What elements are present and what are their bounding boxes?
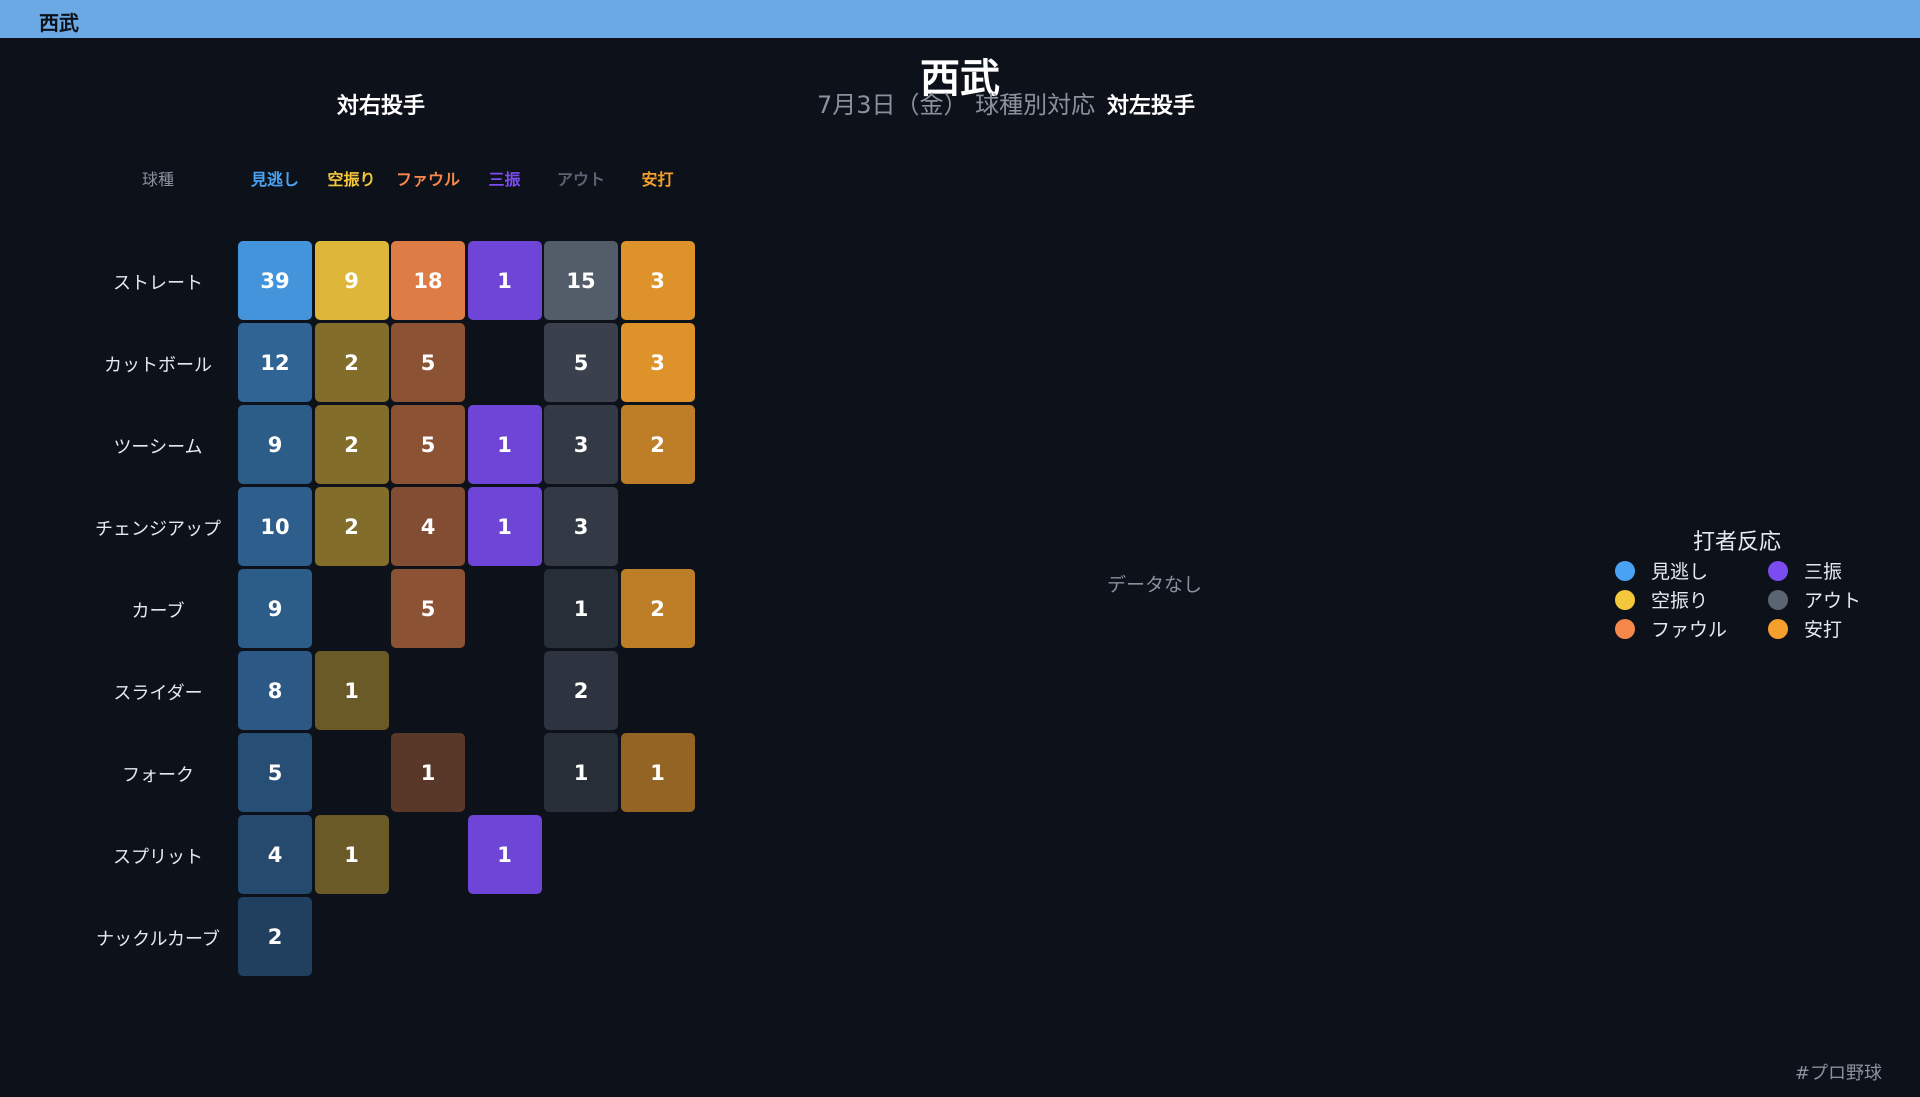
heatmap-cell: 4 <box>238 815 312 894</box>
row-label: カットボール <box>104 355 212 376</box>
row-label: ツーシーム <box>113 437 203 458</box>
heatmap-cell: 3 <box>544 487 618 566</box>
legend-item: 安打 <box>1768 615 1842 642</box>
column-header-minogashi: 見逃し <box>250 170 299 189</box>
heatmap-cell: 1 <box>544 569 618 648</box>
heatmap-cell: 3 <box>620 241 695 320</box>
legend-title: 打者反応 <box>1693 530 1782 555</box>
heatmap-cell: 2 <box>544 651 618 730</box>
legend-swatch <box>1615 560 1635 581</box>
column-header-foul: ファウル <box>395 170 460 189</box>
legend-label: アウト <box>1804 590 1862 612</box>
heatmap-cell: 1 <box>620 733 695 812</box>
column-header-sanshin: 三振 <box>488 170 521 189</box>
legend-item: 空振り <box>1615 586 1708 613</box>
heatmap-cell: 3 <box>620 323 695 402</box>
heatmap-cell: 9 <box>238 569 312 648</box>
heatmap-cell: 1 <box>314 815 389 894</box>
row-label: ナックルカーブ <box>96 929 220 950</box>
heatmap-cell: 5 <box>391 323 465 402</box>
heatmap-cell: 2 <box>620 569 695 648</box>
row-label: スライダー <box>113 683 203 704</box>
column-header-karaburi: 空振り <box>327 170 376 189</box>
heatmap-cell: 2 <box>620 405 695 484</box>
heatmap-cell: 9 <box>238 405 312 484</box>
heatmap-cell: 5 <box>391 569 465 648</box>
heatmap-cell: 4 <box>391 487 465 566</box>
heatmap-cell: 2 <box>314 487 389 566</box>
legend-label: 空振り <box>1651 590 1709 612</box>
heatmap-cell: 12 <box>238 323 312 402</box>
heatmap-cell: 39 <box>238 241 312 320</box>
heatmap-cell: 1 <box>391 733 465 812</box>
legend-swatch <box>1768 589 1788 610</box>
heatmap-cell: 2 <box>238 897 312 976</box>
app-title: 西武 <box>39 11 79 35</box>
heatmap-cell: 5 <box>391 405 465 484</box>
row-label: スプリット <box>113 847 203 868</box>
heatmap-cell: 2 <box>314 405 389 484</box>
heatmap-cell: 5 <box>238 733 312 812</box>
row-label: チェンジアップ <box>95 519 221 540</box>
legend-label: 安打 <box>1804 619 1843 641</box>
row-label: ストレート <box>113 273 203 294</box>
column-header-out: アウト <box>556 170 605 189</box>
heatmap-cell: 1 <box>467 815 542 894</box>
hashtag-label: #プロ野球 <box>1794 1063 1882 1084</box>
chart-subtitle: 7月3日（金） 球種別対応 <box>817 91 1096 119</box>
legend-item: アウト <box>1768 586 1861 613</box>
heatmap-cell: 18 <box>391 241 465 320</box>
heatmap-cell: 1 <box>467 405 542 484</box>
legend-swatch <box>1768 560 1788 581</box>
top-bar: 西武 <box>0 0 1920 38</box>
no-data-label: データなし <box>1107 574 1203 596</box>
heatmap-cell: 5 <box>544 323 618 402</box>
heatmap-cell: 1 <box>467 241 542 320</box>
row-label: フォーク <box>122 765 194 786</box>
heatmap-cell: 2 <box>314 323 389 402</box>
panel-title-right-handed: 対右投手 <box>337 94 426 119</box>
legend-swatch <box>1615 589 1635 610</box>
row-label: カーブ <box>131 601 185 622</box>
legend-label: 三振 <box>1804 561 1843 583</box>
heatmap-cell: 1 <box>467 487 542 566</box>
heatmap-cell: 3 <box>544 405 618 484</box>
heatmap-cell: 8 <box>238 651 312 730</box>
column-header-anda: 安打 <box>641 170 674 189</box>
legend-item: ファウル <box>1615 615 1727 642</box>
heatmap-cell: 10 <box>238 487 312 566</box>
heatmap-cell: 1 <box>314 651 389 730</box>
heatmap-cell: 9 <box>314 241 389 320</box>
legend-item: 三振 <box>1768 557 1842 584</box>
legend-swatch <box>1615 618 1635 639</box>
legend-item: 見逃し <box>1615 557 1708 584</box>
heatmap-cell: 15 <box>544 241 618 320</box>
pitch-type-header: 球種 <box>141 170 174 189</box>
panel-title-left-handed: 対左投手 <box>1107 94 1196 119</box>
legend-label: 見逃し <box>1651 561 1709 583</box>
legend-label: ファウル <box>1651 619 1728 641</box>
heatmap-cell: 1 <box>544 733 618 812</box>
legend-swatch <box>1768 618 1788 639</box>
